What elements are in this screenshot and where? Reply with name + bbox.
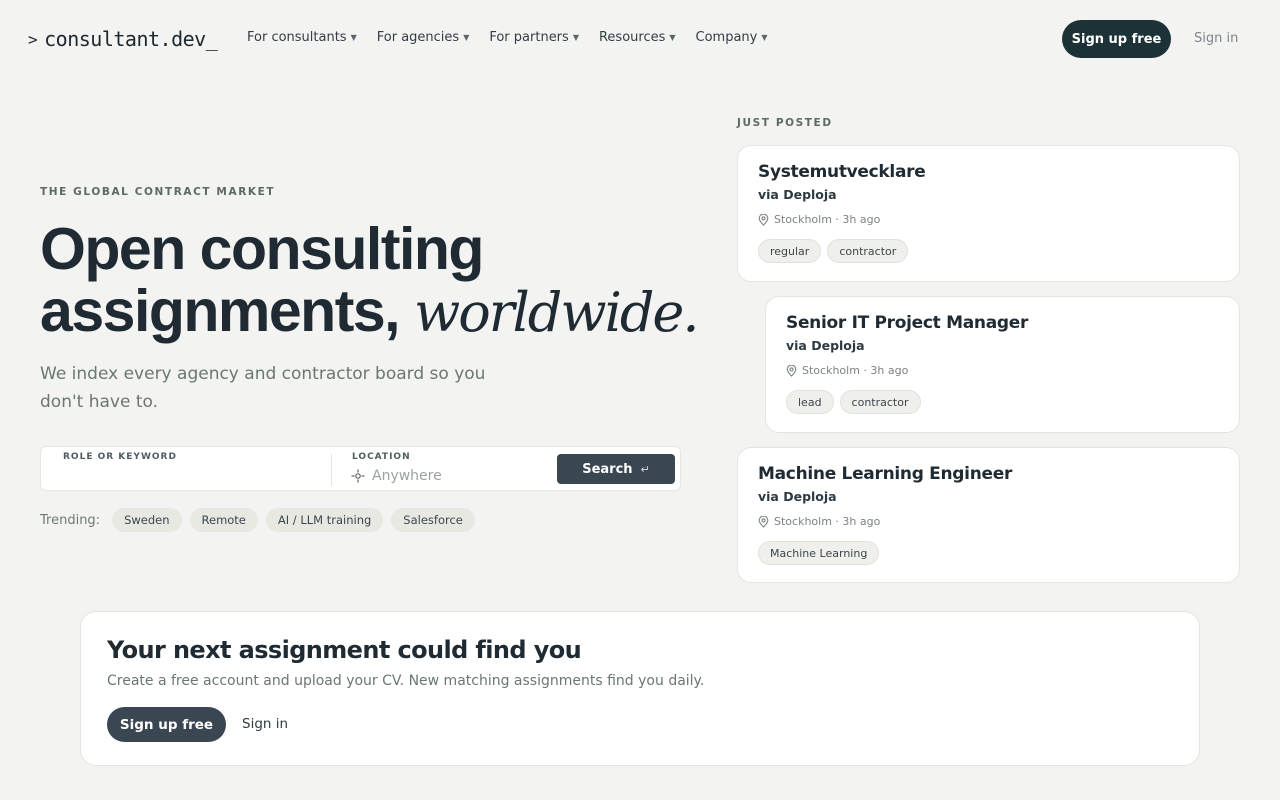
- job-title: Senior IT Project Manager: [786, 313, 1029, 333]
- hero-title-line2-text: assignments,: [40, 278, 401, 344]
- hero-title-line1: Open consulting: [40, 216, 484, 282]
- job-source: via Deploja: [786, 338, 865, 353]
- search-button[interactable]: Search ↵: [557, 454, 675, 484]
- nav-item-label: Company: [695, 30, 758, 45]
- nav-menu: For consultants ▼ For agencies ▼ For partn…: [247, 30, 788, 45]
- nav-item-label: For partners: [489, 30, 569, 45]
- job-card[interactable]: Machine Learning Engineer via Deploja St…: [737, 447, 1240, 583]
- job-tag: lead: [786, 390, 834, 414]
- just-posted-label: JUST POSTED: [737, 117, 833, 129]
- location-pin-icon: [758, 213, 769, 226]
- job-card[interactable]: Senior IT Project Manager via Deploja St…: [765, 296, 1240, 433]
- top-nav: > consultant.dev_ For consultants ▼ For a…: [0, 0, 1280, 78]
- trending: Trending: Sweden Remote AI / LLM trainin…: [40, 508, 483, 532]
- crosshair-icon: [351, 469, 365, 483]
- job-title: Machine Learning Engineer: [758, 464, 1013, 484]
- job-meta: Stockholm · 3h ago: [786, 364, 908, 377]
- cta-signin-link[interactable]: Sign in: [242, 716, 288, 732]
- cta-subtitle: Create a free account and upload your CV…: [107, 673, 705, 689]
- job-title: Systemutvecklare: [758, 162, 926, 182]
- caret-down-icon: ▼: [463, 33, 470, 42]
- job-tag: Machine Learning: [758, 541, 880, 565]
- chevron-right-icon: >: [28, 29, 38, 49]
- nav-item-for-consultants[interactable]: For consultants ▼: [247, 30, 357, 45]
- job-tags: lead contractor: [786, 390, 927, 414]
- job-meta: Stockholm · 3h ago: [758, 213, 880, 226]
- job-tag: contractor: [839, 390, 921, 414]
- hero-subtitle: We index every agency and contractor boa…: [40, 364, 486, 412]
- nav-item-label: For agencies: [376, 30, 460, 45]
- caret-down-icon: ▼: [572, 33, 579, 42]
- location-input[interactable]: [372, 466, 542, 486]
- signin-link[interactable]: Sign in: [1194, 31, 1238, 46]
- caret-down-icon: ▼: [669, 33, 676, 42]
- caret-down-icon: ▼: [350, 33, 357, 42]
- nav-item-for-partners[interactable]: For partners ▼: [489, 30, 579, 45]
- nav-item-company[interactable]: Company ▼: [696, 30, 768, 45]
- signup-button[interactable]: Sign up free: [1062, 20, 1171, 58]
- trending-chip-ai-llm[interactable]: AI / LLM training: [265, 508, 384, 532]
- enter-icon: ↵: [640, 462, 650, 476]
- job-meta: Stockholm · 3h ago: [758, 515, 880, 528]
- search-divider: [331, 454, 332, 486]
- job-tag: contractor: [827, 239, 909, 263]
- hero-title: Open consulting assignments, worldwide.: [40, 218, 720, 344]
- location-pin-icon: [786, 364, 797, 377]
- cta-signup-button[interactable]: Sign up free: [107, 707, 226, 742]
- role-label: ROLE OR KEYWORD: [63, 452, 177, 462]
- hero-eyebrow: THE GLOBAL CONTRACT MARKET: [40, 186, 276, 198]
- job-location-time: Stockholm · 3h ago: [774, 213, 881, 226]
- job-location-time: Stockholm · 3h ago: [802, 364, 909, 377]
- search-box: ROLE OR KEYWORD LOCATION Search ↵: [40, 446, 681, 491]
- logo-text: consultant.dev_: [44, 27, 218, 51]
- job-tag: regular: [758, 239, 822, 263]
- trending-chip-salesforce[interactable]: Salesforce: [391, 508, 475, 532]
- nav-item-label: Resources: [598, 30, 666, 45]
- job-tags: Machine Learning: [758, 541, 885, 565]
- job-tags: regular contractor: [758, 239, 914, 263]
- logo[interactable]: > consultant.dev_: [28, 27, 218, 51]
- job-location-time: Stockholm · 3h ago: [774, 515, 881, 528]
- cta-title: Your next assignment could find you: [107, 636, 582, 664]
- trending-chip-remote[interactable]: Remote: [189, 508, 258, 532]
- search-button-label: Search: [582, 461, 633, 477]
- job-source: via Deploja: [758, 489, 837, 504]
- hero-title-emphasis: worldwide.: [413, 281, 700, 344]
- job-source: via Deploja: [758, 187, 837, 202]
- hero-title-line2: assignments, worldwide.: [40, 280, 720, 344]
- role-input[interactable]: [63, 467, 323, 487]
- nav-item-label: For consultants: [247, 30, 347, 45]
- trending-chip-sweden[interactable]: Sweden: [112, 508, 182, 532]
- nav-item-for-agencies[interactable]: For agencies ▼: [377, 30, 470, 45]
- caret-down-icon: ▼: [761, 33, 768, 42]
- location-label: LOCATION: [352, 452, 411, 462]
- trending-label: Trending:: [40, 512, 101, 528]
- signup-cta-panel: Your next assignment could find you Crea…: [80, 611, 1200, 766]
- location-pin-icon: [758, 515, 769, 528]
- nav-item-resources[interactable]: Resources ▼: [599, 30, 676, 45]
- job-card[interactable]: Systemutvecklare via Deploja Stockholm ·…: [737, 145, 1240, 282]
